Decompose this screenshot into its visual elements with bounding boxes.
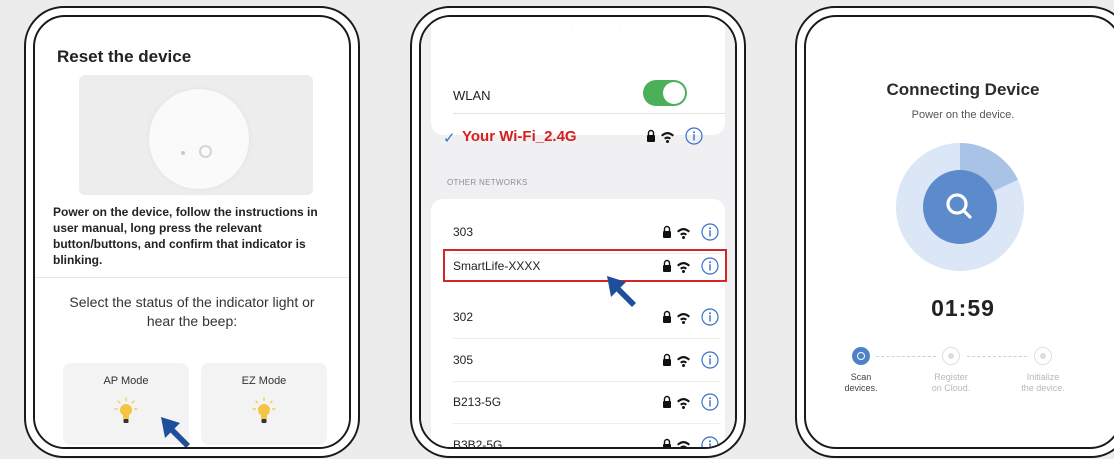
lock-icon <box>647 129 655 142</box>
pointer-arrow-icon <box>161 417 190 447</box>
network-status-icons <box>663 436 719 447</box>
row-divider <box>453 381 721 382</box>
page-subtitle: Power on the device. <box>911 109 1015 121</box>
lock-icon <box>663 395 671 408</box>
network-row-smartlife[interactable]: SmartLife-XXXX <box>443 250 721 282</box>
wifi-icon <box>661 132 674 143</box>
lock-icon <box>663 259 671 272</box>
phone-screen: Connecting Device Power on the device. 0… <box>804 15 1114 449</box>
status-bar-faint: · · · <box>521 23 644 32</box>
network-status-icons <box>663 257 719 275</box>
wifi-icon <box>677 313 690 324</box>
network-row[interactable]: 305 <box>443 344 721 382</box>
network-row[interactable]: 303 <box>443 216 721 254</box>
step-label-scan: Scan devices. <box>844 372 878 393</box>
row-divider <box>453 423 721 424</box>
instructions-text: Power on the device, follow the instruct… <box>53 205 318 267</box>
step-indicator-register <box>942 347 960 365</box>
mode-label: AP Mode <box>103 375 149 387</box>
mode-select-sheet: Select the status of the indicator light… <box>35 277 349 447</box>
info-icon <box>701 308 719 326</box>
network-name: 302 <box>453 310 474 324</box>
step-label-register: Register on Cloud. <box>931 372 971 393</box>
indicator-led <box>181 151 185 155</box>
network-row[interactable]: B3B2-5G <box>443 429 721 449</box>
info-icon <box>701 436 719 447</box>
network-row[interactable]: B213-5G <box>443 386 721 424</box>
divider <box>453 113 725 114</box>
lock-icon <box>663 310 671 323</box>
wifi-icon <box>677 356 690 367</box>
wlan-label: WLAN <box>453 88 491 103</box>
info-icon <box>701 393 719 411</box>
page-title: Reset the device <box>57 47 192 66</box>
sheet-title: Select the status of the indicator light… <box>69 294 315 329</box>
info-icon <box>701 257 719 275</box>
lock-icon <box>663 353 671 366</box>
network-status-icons <box>663 223 719 241</box>
info-icon <box>701 351 719 369</box>
step-indicator-initialize <box>1034 347 1052 365</box>
step-indicator-scan <box>852 347 870 365</box>
wlan-toggle[interactable] <box>643 80 687 106</box>
lightbulb-icon <box>114 397 138 423</box>
lock-icon <box>663 225 671 238</box>
network-status-icons <box>663 308 719 326</box>
network-status-icons <box>663 351 719 369</box>
page-title: Connecting Device <box>886 80 1040 99</box>
device-body <box>149 89 249 189</box>
network-name: 305 <box>453 353 474 367</box>
connected-network-name[interactable]: Your Wi-Fi_2.4G <box>462 128 577 145</box>
wifi-icon <box>677 398 690 409</box>
wifi-icon <box>677 441 690 447</box>
lock-icon <box>663 438 671 447</box>
toggle-knob <box>663 82 685 104</box>
other-networks-header: OTHER NETWORKS <box>447 178 528 187</box>
phone-screen: Reset the device Power on the device, fo… <box>33 15 351 449</box>
lightbulb-icon <box>252 397 276 423</box>
network-row[interactable]: 302 <box>443 301 721 339</box>
network-name: 303 <box>453 225 474 239</box>
info-icon <box>685 127 703 145</box>
pointer-arrow-icon <box>607 276 636 307</box>
mode-label: EZ Mode <box>241 375 287 387</box>
device-image <box>79 75 313 195</box>
info-icon <box>701 223 719 241</box>
wifi-icon <box>677 262 690 273</box>
phone-connecting-device: Connecting Device Power on the device. 0… <box>795 6 1114 458</box>
row-divider <box>453 338 721 339</box>
checkmark-icon: ✓ <box>443 130 456 147</box>
ez-mode-button[interactable]: EZ Mode <box>201 363 327 445</box>
step-connector <box>876 356 936 357</box>
step-label-initialize: Initialize the device. <box>1021 372 1065 393</box>
phone-reset-device: Reset the device Power on the device, fo… <box>24 6 360 458</box>
network-status-icons <box>647 127 703 145</box>
step-connector <box>967 356 1027 357</box>
wlan-card: · · · <box>431 17 725 135</box>
network-status-icons <box>663 393 719 411</box>
network-name: B3B2-5G <box>453 438 503 449</box>
progress-ring <box>896 143 1024 271</box>
reset-button-graphic <box>199 145 212 158</box>
countdown-timer: 01:59 <box>931 295 995 321</box>
phone-wifi-settings: · · · WLAN ✓ Your Wi-Fi_2.4G OTHER NETWO… <box>410 6 746 458</box>
wifi-icon <box>677 228 690 239</box>
phone-screen: · · · WLAN ✓ Your Wi-Fi_2.4G OTHER NETWO… <box>419 15 737 449</box>
network-name: SmartLife-XXXX <box>453 259 541 273</box>
network-name: B213-5G <box>453 395 502 409</box>
